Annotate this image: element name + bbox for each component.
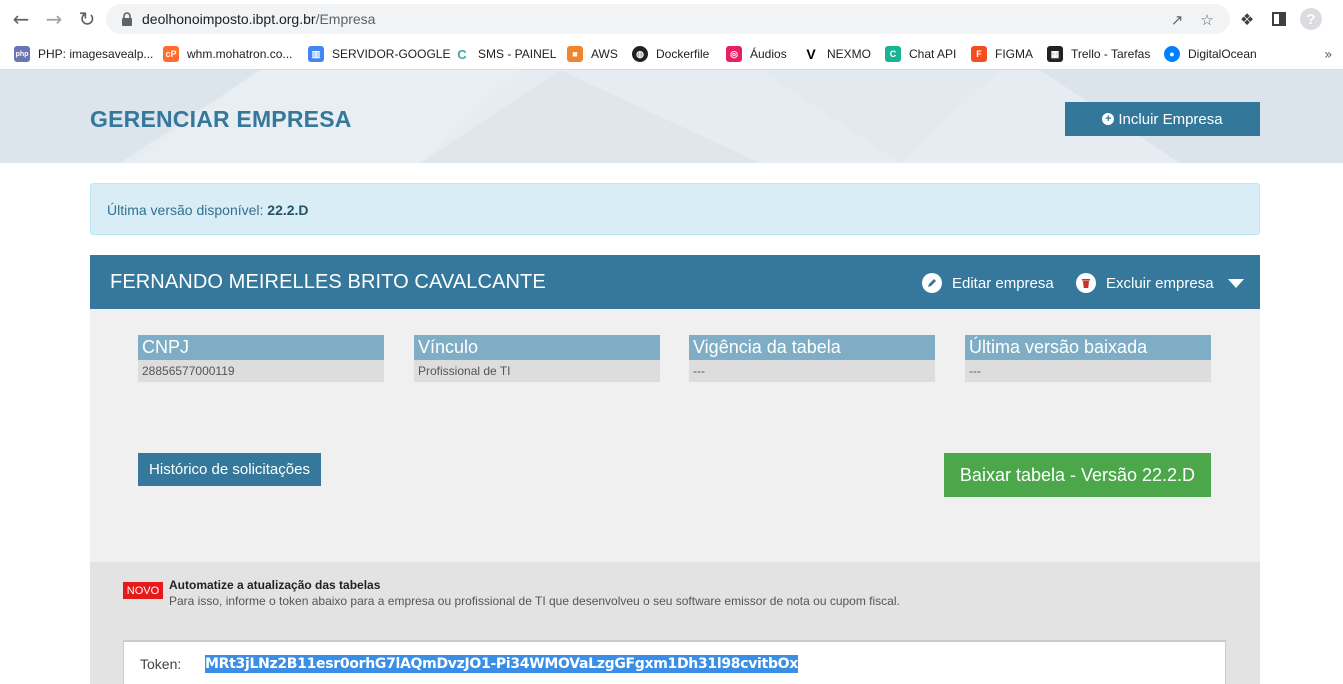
- bookmark-label: whm.mohatron.co...: [187, 47, 293, 61]
- pencil-icon: [922, 273, 942, 293]
- bookmark-nexmo[interactable]: V NEXMO: [803, 43, 871, 65]
- edit-company-label: Editar empresa: [952, 274, 1054, 292]
- bookmark-label: Dockerfile: [656, 47, 710, 61]
- field-value: ---: [965, 360, 1211, 382]
- field-label: CNPJ: [138, 335, 384, 360]
- side-panel-icon[interactable]: [1269, 9, 1289, 29]
- globe-icon: ◍: [632, 46, 648, 62]
- forward-arrow-icon[interactable]: →: [41, 7, 67, 31]
- bookmark-whm[interactable]: cP whm.mohatron.co...: [163, 43, 292, 65]
- url-path: /Empresa: [315, 11, 376, 27]
- token-label: Token:: [140, 656, 182, 672]
- google-cloud-icon: ▥: [308, 46, 324, 62]
- sms-icon: C: [454, 46, 470, 62]
- page-header: GERENCIAR EMPRESA + Incluir Empresa: [0, 70, 1343, 163]
- bookmark-label: PHP: imagesavealp...: [38, 47, 154, 61]
- bookmark-chat-api[interactable]: C Chat API: [885, 43, 956, 65]
- alert-version: 22.2.D: [267, 202, 309, 218]
- add-company-label: Incluir Empresa: [1118, 110, 1223, 128]
- company-card-body: CNPJ 28856577000119 Vínculo Profissional…: [90, 309, 1260, 562]
- star-icon[interactable]: ☆: [1198, 11, 1216, 29]
- bookmark-dockerfile[interactable]: ◍ Dockerfile: [632, 43, 709, 65]
- bookmark-audios[interactable]: ◎ Áudios: [726, 43, 787, 65]
- new-badge: NOVO: [123, 582, 163, 599]
- bookmark-label: AWS: [591, 47, 618, 61]
- php-icon: php: [14, 46, 30, 62]
- chat-api-icon: C: [885, 46, 901, 62]
- bookmark-figma[interactable]: F FIGMA: [971, 43, 1033, 65]
- share-icon[interactable]: ↗: [1168, 11, 1186, 29]
- bookmark-label: DigitalOcean: [1188, 47, 1257, 61]
- field-value: ---: [689, 360, 935, 382]
- browser-toolbar: ← → ↻ deolhonoimposto.ibpt.org.br/Empres…: [0, 0, 1343, 38]
- delete-company-label: Excluir empresa: [1106, 274, 1214, 292]
- alert-text: Última versão disponível: 22.2.D: [107, 202, 309, 218]
- more-bookmarks-icon[interactable]: »: [1324, 47, 1336, 63]
- aws-icon: ■: [567, 46, 583, 62]
- bookmark-label: Chat API: [909, 47, 957, 61]
- bookmark-php[interactable]: php PHP: imagesavealp...: [14, 43, 153, 65]
- token-value[interactable]: MRt3jLNz2B11esr0orhG7lAQmDvzJO1-Pi34WMOV…: [205, 655, 798, 673]
- field-cnpj: CNPJ 28856577000119: [138, 335, 384, 382]
- reload-icon[interactable]: ↻: [74, 7, 100, 31]
- field-vinculo: Vínculo Profissional de TI: [414, 335, 660, 382]
- page-title: GERENCIAR EMPRESA: [90, 106, 352, 132]
- bookmark-label: SERVIDOR-GOOGLE: [332, 47, 451, 61]
- delete-company-link[interactable]: Excluir empresa: [1076, 272, 1214, 294]
- field-vigencia: Vigência da tabela ---: [689, 335, 935, 382]
- company-name: FERNANDO MEIRELLES BRITO CAVALCANTE: [110, 271, 546, 293]
- automation-section: NOVO Automatize a atualização das tabela…: [90, 562, 1260, 684]
- digitalocean-icon: ●: [1164, 46, 1180, 62]
- field-ultima-versao: Última versão baixada ---: [965, 335, 1211, 382]
- token-box: Token: MRt3jLNz2B11esr0orhG7lAQmDvzJO1-P…: [123, 640, 1226, 684]
- edit-company-link[interactable]: Editar empresa: [922, 272, 1054, 294]
- trash-icon: [1076, 273, 1096, 293]
- nexmo-icon: V: [803, 46, 819, 62]
- bookmark-label: Áudios: [750, 47, 787, 61]
- bookmark-servidor-google[interactable]: ▥ SERVIDOR-GOOGLE: [308, 43, 450, 65]
- bookmark-trello[interactable]: ▦ Trello - Tarefas: [1047, 43, 1150, 65]
- back-arrow-icon[interactable]: ←: [8, 7, 34, 31]
- alert-label: Última versão disponível:: [107, 202, 264, 218]
- profile-avatar-icon[interactable]: ?: [1300, 8, 1322, 30]
- bookmark-digitalocean[interactable]: ● DigitalOcean: [1164, 43, 1257, 65]
- url-text: deolhonoimposto.ibpt.org.br/Empresa: [142, 11, 375, 27]
- trello-icon: ▦: [1047, 46, 1063, 62]
- bookmark-sms-painel[interactable]: C SMS - PAINEL: [454, 43, 556, 65]
- bookmark-label: SMS - PAINEL: [478, 47, 557, 61]
- automation-description: Para isso, informe o token abaixo para a…: [169, 594, 900, 608]
- address-bar[interactable]: deolhonoimposto.ibpt.org.br/Empresa ↗ ☆: [106, 4, 1230, 34]
- cpanel-icon: cP: [163, 46, 179, 62]
- download-table-button[interactable]: Baixar tabela - Versão 22.2.D: [944, 453, 1211, 497]
- bookmark-label: Trello - Tarefas: [1071, 47, 1151, 61]
- url-host: deolhonoimposto.ibpt.org.br: [142, 11, 316, 27]
- latest-version-alert: Última versão disponível: 22.2.D: [90, 183, 1260, 235]
- add-company-button[interactable]: + Incluir Empresa: [1065, 102, 1260, 136]
- field-value: 28856577000119: [138, 360, 384, 382]
- bookmark-label: NEXMO: [827, 47, 872, 61]
- bookmark-label: FIGMA: [995, 47, 1033, 61]
- bookmark-aws[interactable]: ■ AWS: [567, 43, 618, 65]
- figma-icon: F: [971, 46, 987, 62]
- bookmarks-bar: php PHP: imagesavealp... cP whm.mohatron.c…: [0, 38, 1343, 70]
- field-label: Última versão baixada: [965, 335, 1211, 360]
- field-label: Vigência da tabela: [689, 335, 935, 360]
- field-value: Profissional de TI: [414, 360, 660, 382]
- audio-icon: ◎: [726, 46, 742, 62]
- history-button[interactable]: Histórico de solicitações: [138, 453, 321, 486]
- field-label: Vínculo: [414, 335, 660, 360]
- lock-icon: [122, 12, 132, 26]
- company-card-header: FERNANDO MEIRELLES BRITO CAVALCANTE Edit…: [90, 255, 1260, 309]
- caret-down-icon[interactable]: [1228, 279, 1244, 288]
- automation-title: Automatize a atualização das tabelas: [169, 578, 381, 592]
- plus-circle-icon: +: [1102, 113, 1115, 125]
- extensions-icon[interactable]: ❖: [1237, 9, 1257, 29]
